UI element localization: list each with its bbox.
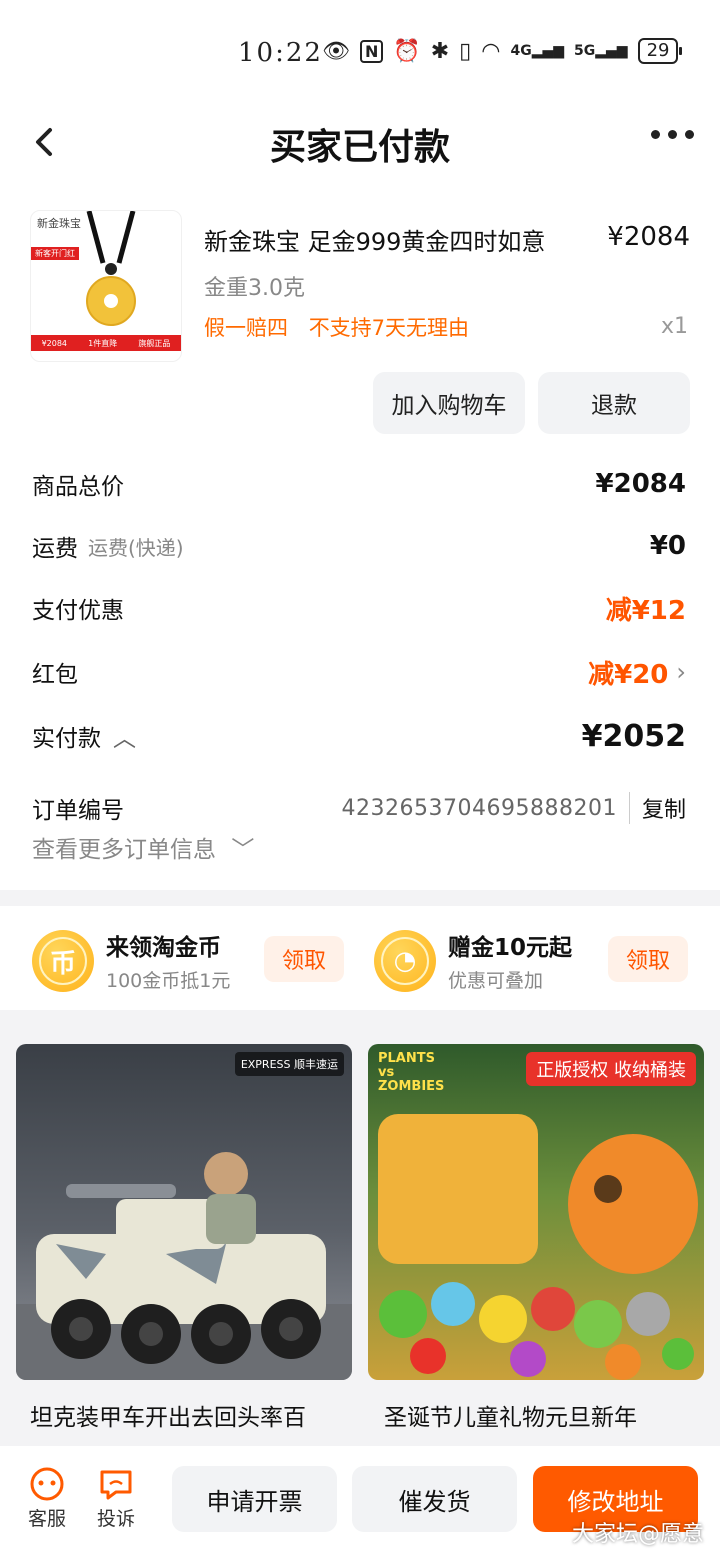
coin2-subtitle: 优惠可叠加 xyxy=(448,970,544,992)
page-header: 买家已付款 xyxy=(0,100,720,190)
nfc-icon: N xyxy=(359,39,384,63)
coin2-claim-button[interactable]: 领取 xyxy=(608,936,688,982)
more-order-info-link[interactable]: 查看更多订单信息 ﹀ xyxy=(32,830,254,864)
signal-5g-icon: 5G▂▄▆ xyxy=(574,43,628,59)
page-title: 买家已付款 xyxy=(269,127,450,168)
service-tag-2: 不支持7天无理由 xyxy=(308,316,470,340)
signal-5g-label: 5G xyxy=(574,43,596,59)
eye-icon: 👁 xyxy=(322,38,350,64)
vibrate-icon: ▯ xyxy=(459,38,472,64)
order-number-value: 4232653704695888201 xyxy=(341,795,617,821)
order-number-row: 订单编号 4232653704695888201 复制 xyxy=(32,788,686,828)
total-row: 商品总价 ¥2084 xyxy=(32,464,686,504)
redpacket-value: 减¥20 xyxy=(588,659,669,690)
recommend-item-2-image[interactable]: PLANTS vs ZOMBIES 正版授权 收纳桶装 xyxy=(368,1044,704,1380)
status-icons: 👁 N ⏰ ✱ ▯ ◠ 4G▂▄▆ 5G▂▄▆ 29 xyxy=(322,38,683,64)
add-to-cart-button[interactable]: 加入购物车 xyxy=(373,372,525,434)
order-number-label: 订单编号 xyxy=(32,798,124,824)
discount-value: 减¥12 xyxy=(605,595,686,626)
status-bar: 10:22 👁 N ⏰ ✱ ▯ ◠ 4G▂▄▆ 5G▂▄▆ 29 xyxy=(0,0,720,100)
coin2-title: 赠金10元起 xyxy=(448,935,573,961)
coin-glyph: 币 xyxy=(39,937,87,985)
paid-label: 实付款 xyxy=(32,726,101,752)
urge-shipping-button[interactable]: 催发货 xyxy=(352,1466,517,1532)
toy-tank-image xyxy=(16,1152,352,1380)
refund-button[interactable]: 退款 xyxy=(538,372,690,434)
total-label: 商品总价 xyxy=(32,474,124,500)
redpacket-row[interactable]: 红包 减¥20 › xyxy=(32,652,686,692)
thumb-price: ¥2084 xyxy=(41,338,68,348)
complaint-label[interactable]: 投诉 xyxy=(97,1504,135,1531)
more-order-info-label: 查看更多订单信息 xyxy=(32,837,216,863)
thumb-badge2: 旗舰正品 xyxy=(138,338,171,348)
alarm-icon: ⏰ xyxy=(393,38,421,64)
official-license-badge: 正版授权 收纳桶装 xyxy=(526,1052,696,1086)
order-card: 新金珠宝 新客开门红 ¥2084 1件直降 旗舰正品 新金珠宝 足金999黄金四… xyxy=(0,190,720,890)
thumb-bar: ¥2084 1件直降 旗舰正品 xyxy=(31,335,181,351)
discount-row: 支付优惠 减¥12 xyxy=(32,588,686,628)
copy-button[interactable]: 复制 xyxy=(628,792,686,824)
coin1-title: 来领淘金币 xyxy=(106,935,221,961)
recommend-item-1-image[interactable]: EXPRESS 顺丰速运 xyxy=(16,1044,352,1380)
signal-4g-icon: 4G▂▄▆ xyxy=(510,43,565,59)
signal-4g-label: 4G xyxy=(510,43,532,59)
redpacket-label: 红包 xyxy=(32,662,78,688)
product-price: ¥2084 xyxy=(607,222,690,252)
service-tag-1: 假一赔四 xyxy=(204,316,288,340)
discount-label: 支付优惠 xyxy=(32,598,124,624)
coin1-subtitle: 100金币抵1元 xyxy=(106,970,231,992)
customer-service-icon[interactable] xyxy=(25,1466,69,1506)
recommend-item-1-title[interactable]: 坦克装甲车开出去回头率百 xyxy=(30,1398,306,1432)
gold-gift-coin-icon: ◔ xyxy=(374,930,436,992)
shipping-value: ¥0 xyxy=(649,531,686,561)
wifi-icon: ◠ xyxy=(481,38,501,64)
paid-value: ¥2052 xyxy=(581,718,686,754)
product-spec: 金重3.0克 xyxy=(204,276,305,301)
thumb-badge1: 1件直降 xyxy=(88,338,118,348)
shipping-label: 运费 xyxy=(32,536,78,562)
chevron-right-icon: › xyxy=(676,658,686,686)
customer-service-label[interactable]: 客服 xyxy=(28,1504,66,1531)
product-thumbnail[interactable]: 新金珠宝 新客开门红 ¥2084 1件直降 旗舰正品 xyxy=(30,210,182,362)
product-services: 假一赔四 不支持7天无理由 xyxy=(204,312,469,342)
taojinbi-coin-icon: 币 xyxy=(32,930,94,992)
invoice-button[interactable]: 申请开票 xyxy=(172,1466,337,1532)
sf-express-badge: EXPRESS 顺丰速运 xyxy=(234,1052,344,1076)
more-icon[interactable] xyxy=(651,130,694,139)
battery-icon: 29 xyxy=(637,38,683,64)
bluetooth-icon: ✱ xyxy=(430,38,450,64)
chevron-up-icon: ︿ xyxy=(113,726,136,752)
pendant-image xyxy=(86,211,136,326)
shipping-sub: 运费(快递) xyxy=(88,535,184,560)
recommend-item-2-title[interactable]: 圣诞节儿童礼物元旦新年 xyxy=(384,1398,637,1432)
pvz-toys-image xyxy=(378,1114,698,1380)
status-time: 10:22 xyxy=(238,38,323,68)
total-value: ¥2084 xyxy=(595,469,686,499)
complaint-icon[interactable] xyxy=(94,1466,138,1506)
watermark: 大家坛@愿意 xyxy=(571,1522,704,1547)
shipping-row: 运费 运费(快递) ¥0 xyxy=(32,526,686,566)
product-quantity: x1 xyxy=(660,314,688,339)
gold-gift-glyph-icon: ◔ xyxy=(381,937,429,985)
coin-promo-section: 币 来领淘金币 100金币抵1元 领取 ◔ 赠金10元起 优惠可叠加 领取 xyxy=(0,906,720,1010)
chevron-down-icon: ﹀ xyxy=(231,837,255,863)
product-name[interactable]: 新金珠宝 足金999黄金四时如意 xyxy=(204,222,545,257)
pvz-logo: PLANTS vs ZOMBIES xyxy=(378,1051,445,1094)
paid-row[interactable]: 实付款 ︿ ¥2052 xyxy=(32,716,686,756)
coin1-claim-button[interactable]: 领取 xyxy=(264,936,344,982)
